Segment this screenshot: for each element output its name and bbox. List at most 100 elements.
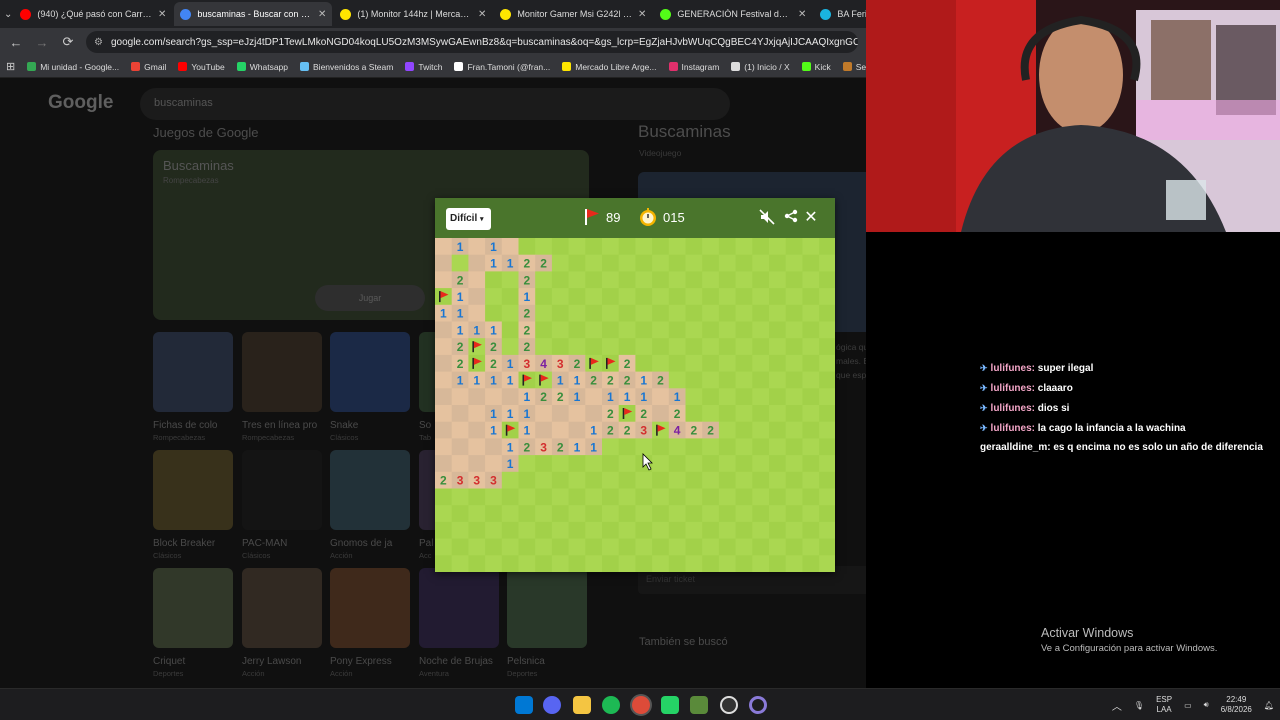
reload-icon[interactable]: ⟳ [60, 34, 76, 50]
covered-cell[interactable] [551, 488, 570, 506]
covered-cell[interactable] [685, 321, 703, 339]
covered-cell[interactable] [501, 505, 519, 523]
covered-cell[interactable] [769, 455, 787, 473]
covered-cell[interactable] [501, 555, 519, 572]
covered-cell[interactable] [685, 405, 703, 423]
covered-cell[interactable] [702, 538, 720, 556]
covered-cell[interactable] [718, 555, 737, 572]
covered-cell[interactable] [752, 471, 770, 489]
covered-cell[interactable] [635, 338, 653, 356]
covered-cell[interactable] [635, 438, 653, 456]
covered-cell[interactable] [585, 488, 603, 506]
covered-cell[interactable] [535, 488, 553, 506]
covered-cell[interactable] [769, 438, 787, 456]
covered-cell[interactable] [668, 521, 686, 540]
covered-cell[interactable] [635, 505, 653, 523]
covered-cell[interactable] [718, 538, 737, 556]
covered-cell[interactable] [602, 538, 620, 556]
covered-cell[interactable] [819, 538, 835, 556]
covered-cell[interactable] [568, 521, 586, 540]
covered-cell[interactable] [485, 538, 503, 556]
covered-cell[interactable] [468, 538, 486, 556]
obs-icon[interactable] [720, 696, 738, 714]
covered-cell[interactable] [551, 505, 570, 523]
bookmark-item[interactable]: Fran.Tamoni (@fran... [454, 62, 550, 72]
covered-cell[interactable] [702, 271, 720, 289]
covered-cell[interactable] [685, 488, 703, 506]
covered-cell[interactable] [535, 555, 553, 572]
covered-cell[interactable] [735, 505, 753, 523]
covered-cell[interactable] [535, 471, 553, 489]
covered-cell[interactable] [718, 304, 737, 322]
covered-cell[interactable] [702, 338, 720, 356]
chat-username[interactable]: lulifunes: [991, 403, 1035, 414]
covered-cell[interactable] [635, 238, 653, 256]
covered-cell[interactable] [819, 304, 835, 322]
covered-cell[interactable] [785, 354, 803, 373]
discord-icon[interactable] [543, 696, 561, 714]
bookmark-item[interactable]: Mi unidad - Google... [27, 62, 119, 72]
covered-cell[interactable] [585, 288, 603, 306]
microphone-icon[interactable]: 🎙︎ [1134, 701, 1144, 710]
covered-cell[interactable] [652, 288, 670, 306]
browser-tab[interactable]: BA Feri [814, 2, 866, 26]
covered-cell[interactable] [602, 238, 620, 256]
covered-cell[interactable] [802, 405, 820, 423]
covered-cell[interactable] [585, 455, 603, 473]
covered-cell[interactable] [802, 271, 820, 289]
bookmark-item[interactable]: Bienvenidos a Steam [300, 62, 393, 72]
covered-cell[interactable] [618, 271, 636, 289]
covered-cell[interactable] [551, 304, 570, 322]
game-tile[interactable]: Fichas de colo Rompecabezas [153, 332, 233, 442]
covered-cell[interactable] [769, 421, 787, 439]
covered-cell[interactable] [718, 455, 737, 473]
covered-cell[interactable] [752, 288, 770, 306]
clock[interactable]: 22:49 6/8/2026 [1221, 695, 1252, 715]
game-tile[interactable]: Gnomos de ja Acción [330, 450, 410, 560]
covered-cell[interactable] [819, 371, 835, 389]
game-tile[interactable]: Snake Clásicos [330, 332, 410, 442]
covered-cell[interactable] [635, 555, 653, 572]
covered-cell[interactable] [752, 338, 770, 356]
covered-cell[interactable] [718, 438, 737, 456]
covered-cell[interactable] [501, 488, 519, 506]
chat-username[interactable]: lulifunes: [991, 423, 1035, 434]
covered-cell[interactable] [501, 521, 519, 540]
covered-cell[interactable] [618, 338, 636, 356]
covered-cell[interactable] [702, 304, 720, 322]
covered-cell[interactable] [735, 238, 753, 256]
covered-cell[interactable] [769, 405, 787, 423]
covered-cell[interactable] [752, 238, 770, 256]
covered-cell[interactable] [802, 555, 820, 572]
covered-cell[interactable] [535, 271, 553, 289]
covered-cell[interactable] [802, 238, 820, 256]
covered-cell[interactable] [618, 555, 636, 572]
covered-cell[interactable] [618, 438, 636, 456]
google-logo[interactable]: Google [48, 92, 113, 114]
covered-cell[interactable] [635, 254, 653, 272]
covered-cell[interactable] [802, 505, 820, 523]
covered-cell[interactable] [819, 521, 835, 540]
covered-cell[interactable] [602, 471, 620, 489]
covered-cell[interactable] [735, 271, 753, 289]
covered-cell[interactable] [702, 455, 720, 473]
covered-cell[interactable] [668, 321, 686, 339]
covered-cell[interactable] [668, 488, 686, 506]
covered-cell[interactable] [785, 555, 803, 572]
covered-cell[interactable] [785, 271, 803, 289]
covered-cell[interactable] [752, 505, 770, 523]
covered-cell[interactable] [718, 421, 737, 439]
covered-cell[interactable] [568, 471, 586, 489]
covered-cell[interactable] [718, 505, 737, 523]
covered-cell[interactable] [518, 238, 536, 256]
covered-cell[interactable] [635, 304, 653, 322]
covered-cell[interactable] [769, 471, 787, 489]
covered-cell[interactable] [668, 455, 686, 473]
covered-cell[interactable] [769, 505, 787, 523]
covered-cell[interactable] [735, 338, 753, 356]
covered-cell[interactable] [802, 304, 820, 322]
browser-tab[interactable]: GENERACIÓN Festival de Strea ✕ [654, 2, 812, 26]
chevron-up-icon[interactable]: ︿ [1112, 698, 1122, 713]
bookmark-item[interactable]: Kick [801, 62, 831, 72]
covered-cell[interactable] [769, 555, 787, 572]
